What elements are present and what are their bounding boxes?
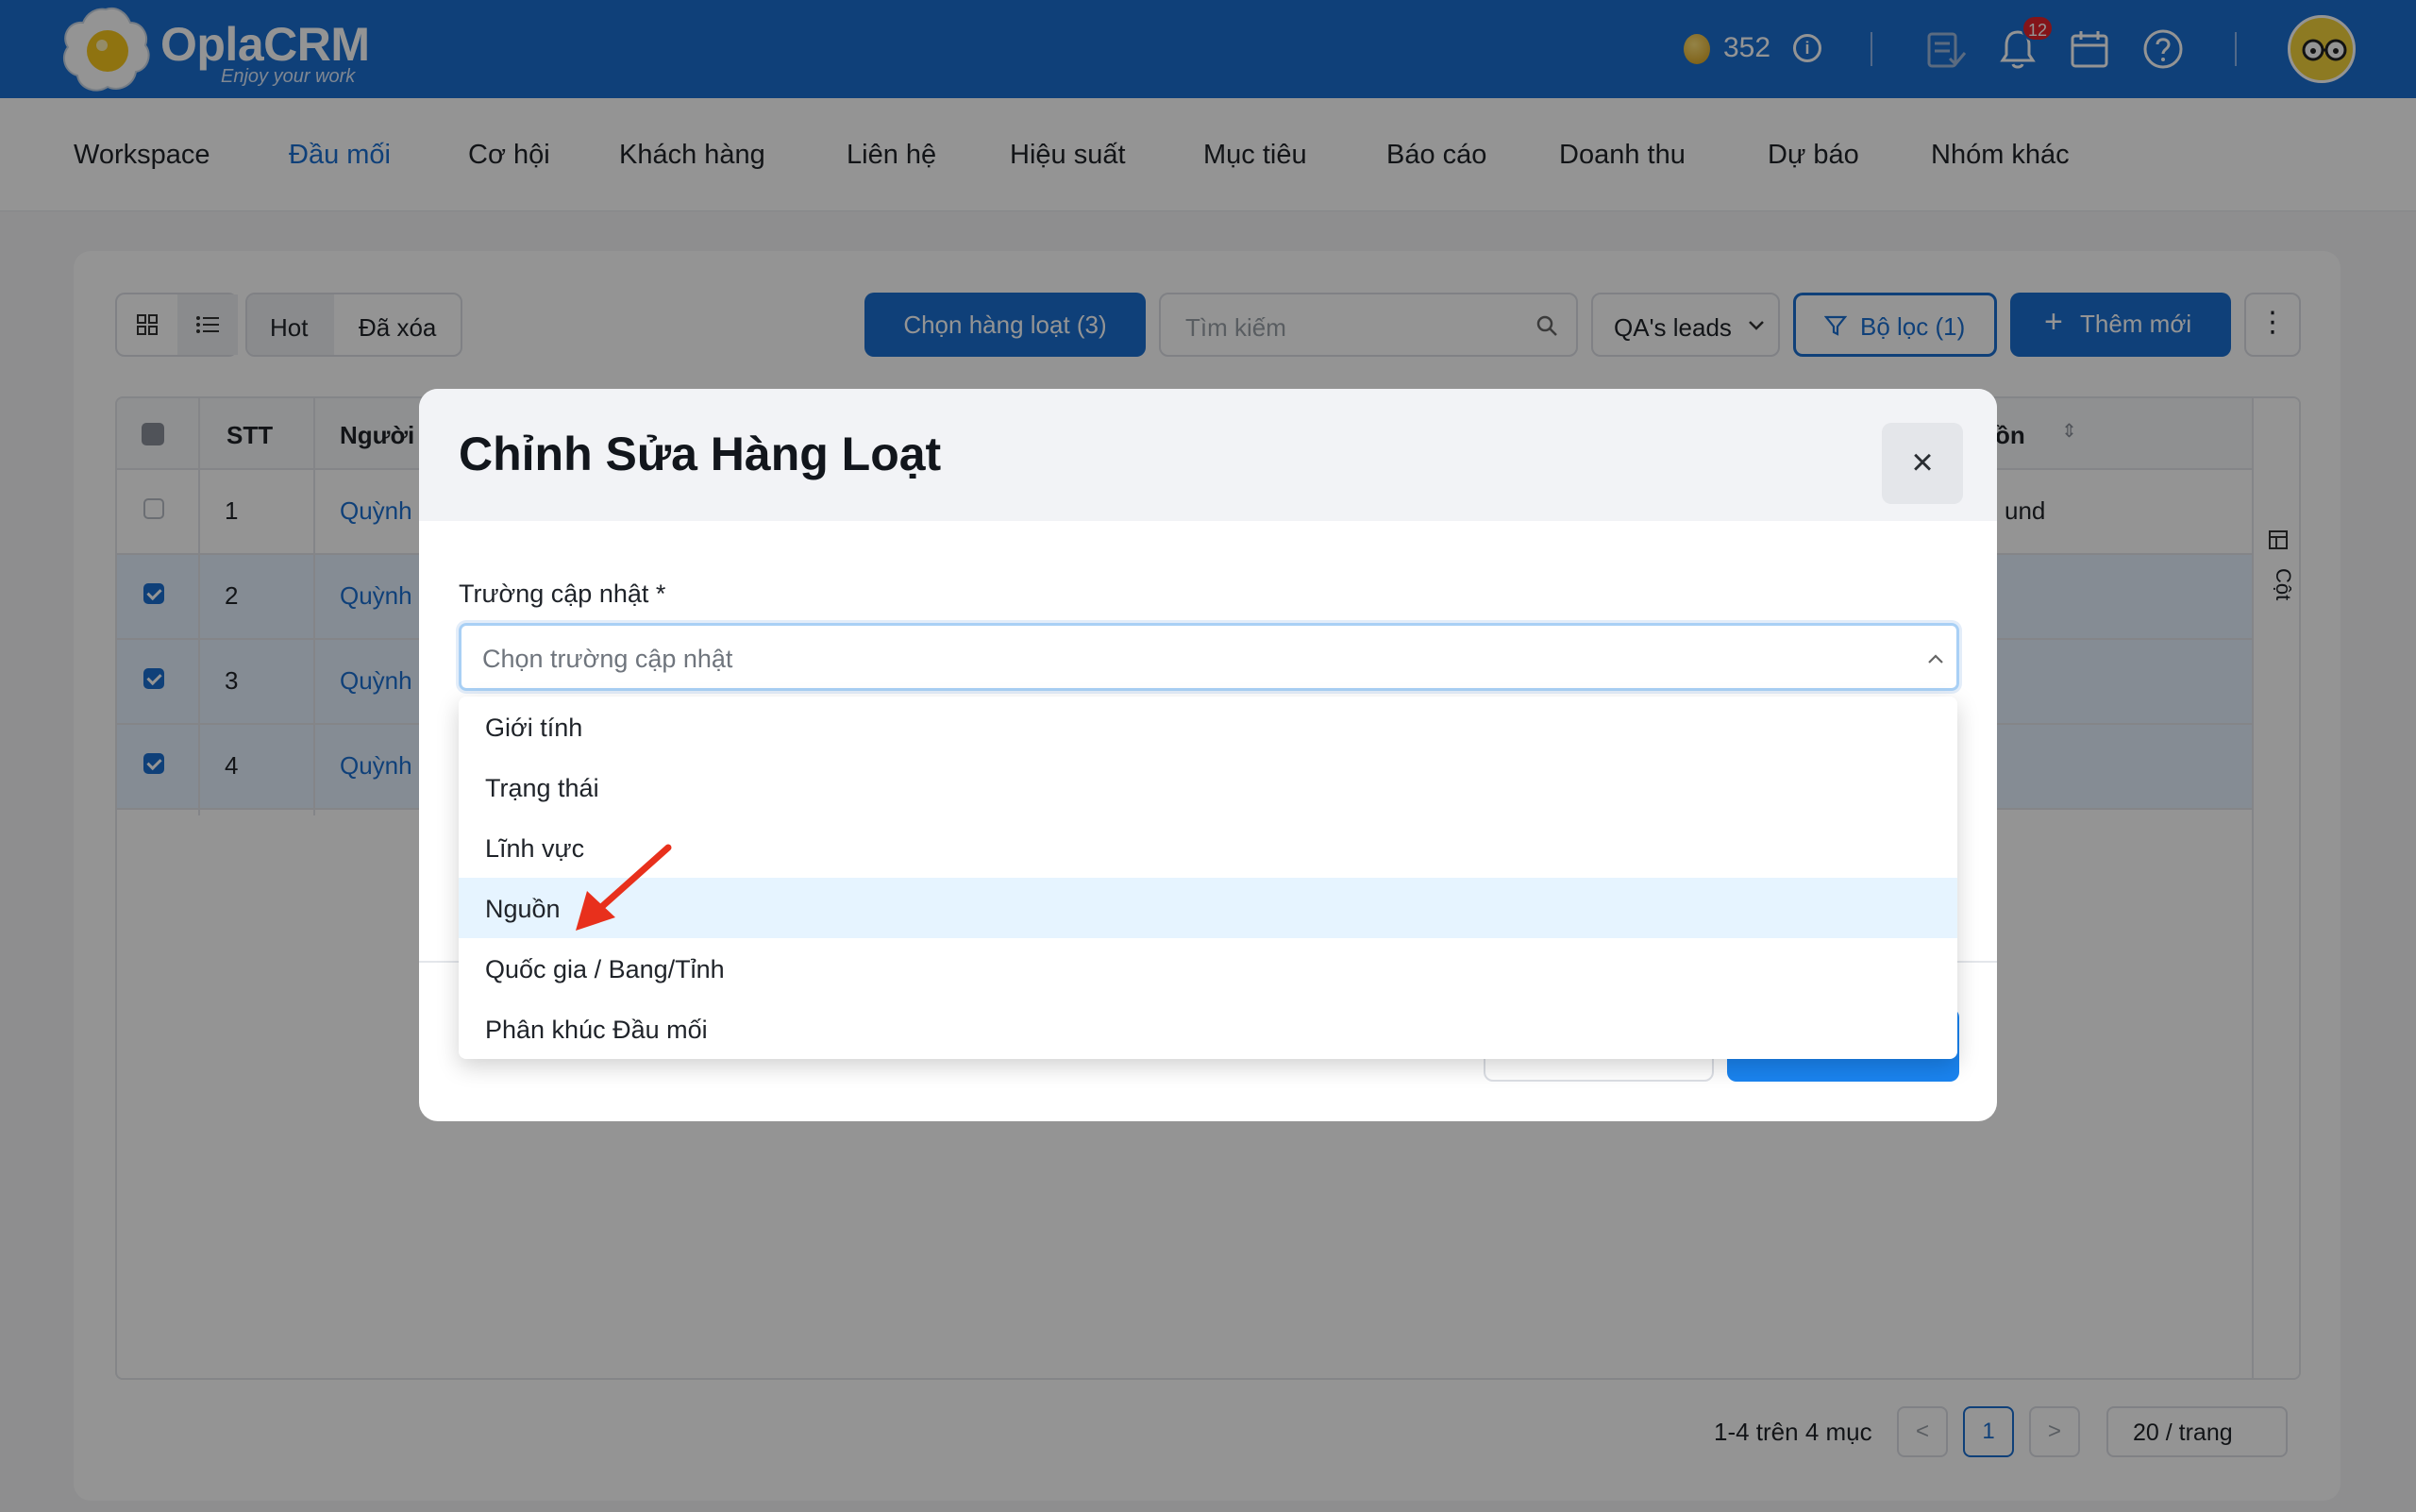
modal-header: Chỉnh Sửa Hàng Loạt × — [419, 389, 1997, 521]
update-field-placeholder: Chọn trường cập nhật — [482, 645, 733, 673]
annotation-arrow-icon — [576, 844, 672, 931]
option-country-state[interactable]: Quốc gia / Bang/Tỉnh — [459, 938, 1957, 999]
option-status[interactable]: Trạng thái — [459, 757, 1957, 817]
close-button[interactable]: × — [1882, 423, 1963, 504]
option-gender[interactable]: Giới tính — [459, 697, 1957, 757]
close-icon: × — [1911, 442, 1934, 483]
option-industry[interactable]: Lĩnh vực — [459, 817, 1957, 878]
chevron-up-icon — [1928, 654, 1943, 664]
option-source[interactable]: Nguồn — [459, 878, 1957, 938]
modal-title: Chỉnh Sửa Hàng Loạt — [459, 428, 942, 480]
update-field-select[interactable]: Chọn trường cập nhật — [459, 623, 1959, 691]
update-field-dropdown: Giới tính Trạng thái Lĩnh vực Nguồn Quốc… — [459, 697, 1957, 1059]
option-lead-segment[interactable]: Phân khúc Đầu mối — [459, 999, 1957, 1059]
field-label: Trường cập nhật * — [459, 580, 666, 608]
